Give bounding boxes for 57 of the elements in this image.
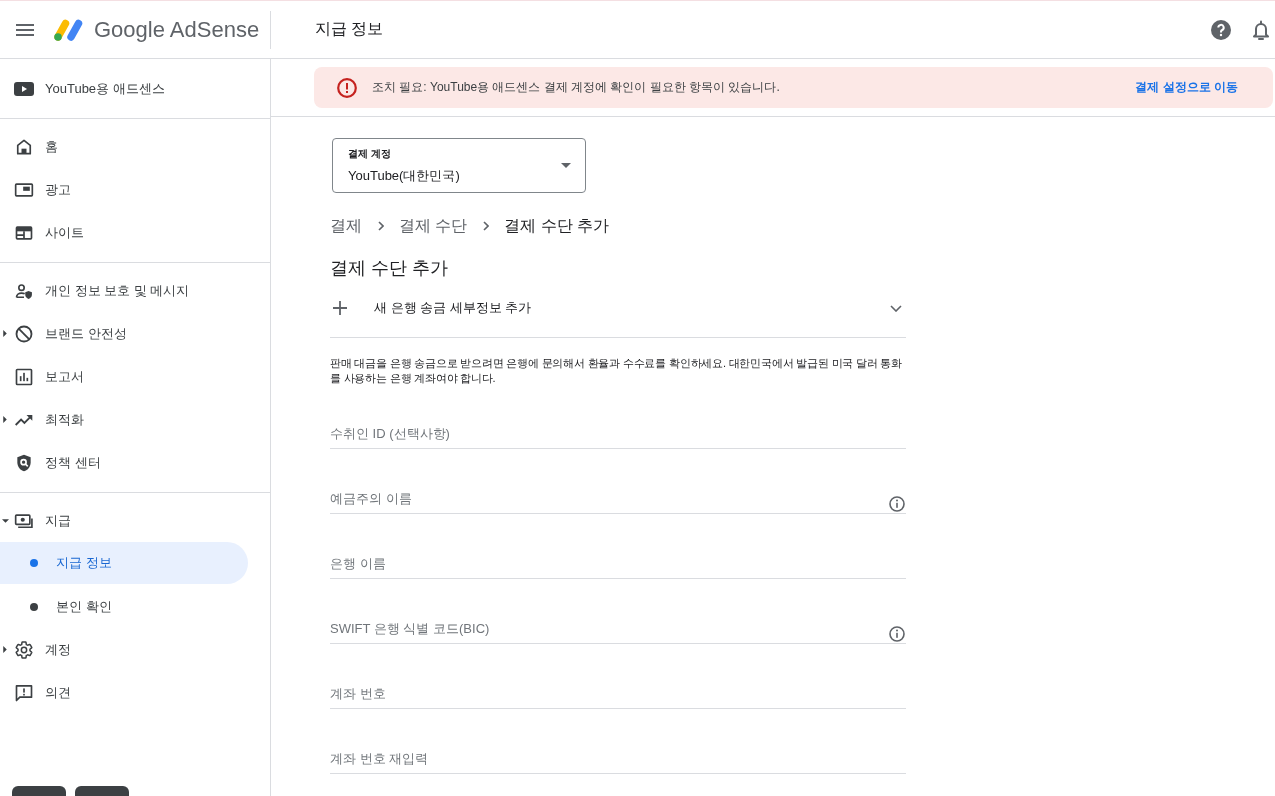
sidebar-item[interactable]: 보고서 [0, 355, 92, 398]
sidebar-item[interactable]: 홈 [0, 125, 66, 168]
caret-right-icon[interactable] [3, 330, 7, 337]
caret-right-icon[interactable] [3, 416, 7, 423]
sidebar-item[interactable]: 의견 [0, 671, 79, 714]
sidebar-subitem[interactable]: 지급 정보 [0, 542, 248, 584]
bell-icon[interactable] [1253, 19, 1269, 40]
sidebar-item[interactable]: 광고 [0, 168, 79, 211]
floating-tab[interactable] [75, 786, 129, 796]
chevron-down-icon [890, 304, 902, 312]
dropdown-arrow-icon [561, 163, 571, 168]
video-play-icon [14, 81, 34, 96]
account-select[interactable]: 결제 계정 YouTube(대한민국) [332, 138, 586, 193]
plus-icon [333, 301, 347, 315]
dot-icon [30, 602, 38, 611]
bar-chart-icon [14, 366, 34, 387]
alert-link[interactable]: 결제 설정으로 이동 [1135, 79, 1238, 96]
page-title: 지급 정보 [315, 19, 384, 39]
floating-tab[interactable] [12, 786, 66, 796]
logo-icon [53, 17, 84, 42]
input-field[interactable]: 수취인 ID (선택사항) [330, 412, 906, 449]
chevron-right-icon [483, 221, 490, 231]
sidebar-item[interactable]: 브랜드 안전성 [0, 312, 135, 355]
breadcrumb-link[interactable]: 결제 수단 [399, 214, 468, 238]
help-icon[interactable] [1211, 19, 1231, 40]
input-field[interactable]: 계좌 번호 재입력 [330, 737, 906, 774]
sidebar-subitem[interactable]: 본인 확인 [0, 585, 120, 628]
dot-icon [30, 559, 38, 567]
input-field[interactable]: 계좌 번호 [330, 672, 906, 709]
sidebar-item[interactable]: 개인 정보 보호 및 메시지 [0, 269, 198, 312]
alert-message: 조치 필요: YouTube용 애드센스 결제 계정에 확인이 필요한 항목이 있습니다. [372, 79, 780, 96]
info-icon[interactable] [889, 496, 905, 512]
product-name: Google AdSense [94, 16, 260, 43]
chevron-right-icon [378, 221, 384, 231]
input-field[interactable]: SWIFT 은행 식별 코드(BIC) [330, 607, 906, 644]
sidebar-item[interactable]: 정책 센터 [0, 441, 109, 484]
shield-search-icon [14, 452, 34, 473]
sidebar-item[interactable]: 사이트 [0, 211, 92, 254]
block-icon [14, 323, 34, 344]
feedback-icon [14, 682, 34, 703]
notice-text: 판매 대금을 은행 송금으로 받으려면 은행에 문의해서 환율과 수수료를 확인하세요. 대한민국에서 발급된 미국 달러 통화를 사용하는 은행 계좌여야 합니다. [330, 356, 904, 386]
caret-down-icon[interactable] [1, 518, 9, 523]
breadcrumb-current: 결제 수단 추가 [504, 216, 610, 236]
menu-icon[interactable] [16, 23, 34, 36]
add-bank-details-row[interactable]: 새 은행 송금 세부정보 추가 [330, 284, 906, 338]
error-icon [337, 77, 357, 98]
input-field[interactable]: 은행 이름 [330, 542, 906, 579]
sidebar-item[interactable]: 계정 [0, 628, 79, 671]
info-icon[interactable] [889, 626, 905, 642]
breadcrumb-link[interactable]: 결제 [330, 214, 362, 238]
caret-right-icon[interactable] [3, 646, 7, 653]
input-field[interactable]: 예금주의 이름 [330, 477, 906, 514]
sidebar-title: YouTube용 애드센스 [45, 79, 165, 98]
sidebar-item[interactable]: 최적화 [0, 398, 92, 441]
settings-icon [14, 639, 34, 660]
section-heading: 결제 수단 추가 [330, 257, 449, 280]
sidebar-item[interactable]: 지급 [0, 499, 79, 542]
